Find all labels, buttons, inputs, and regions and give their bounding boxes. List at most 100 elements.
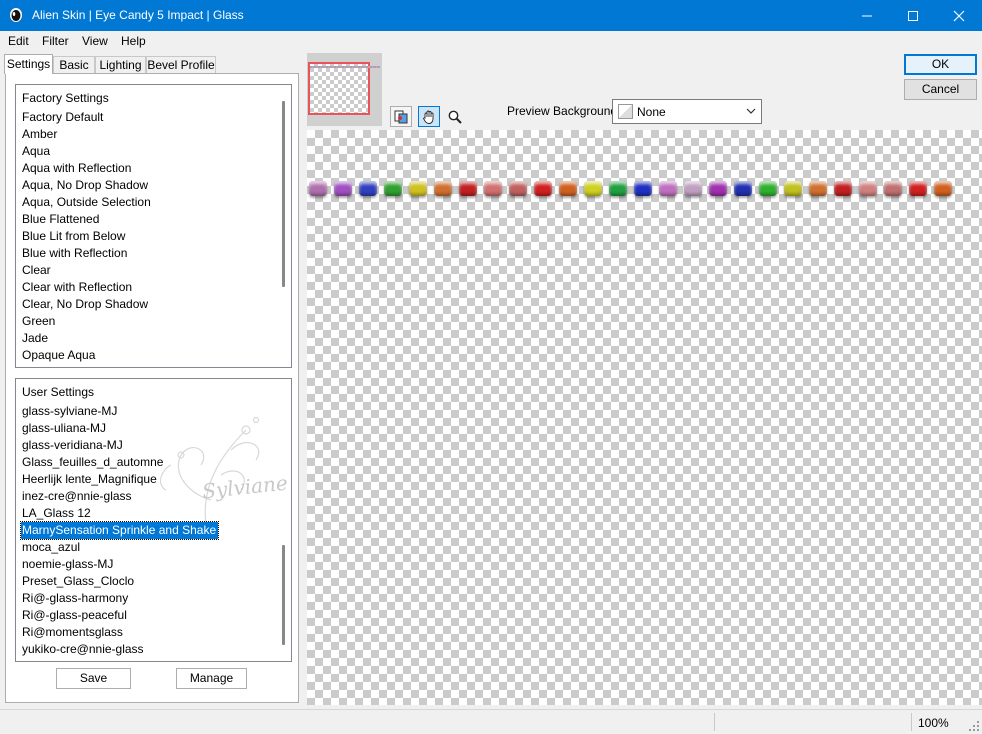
magnifier-icon — [448, 110, 462, 124]
glass-bead — [759, 181, 777, 196]
glass-bead — [709, 181, 727, 196]
close-icon — [953, 10, 965, 22]
user-list-item[interactable]: noemie-glass-MJ — [22, 556, 113, 573]
ok-button[interactable]: OK — [904, 54, 977, 75]
factory-list-item[interactable]: Aqua with Reflection — [22, 160, 131, 177]
tab-basic[interactable]: Basic — [53, 56, 95, 73]
hand-tool-button[interactable] — [418, 106, 440, 127]
hand-icon — [423, 110, 434, 124]
factory-list-item[interactable]: Blue Lit from Below — [22, 228, 125, 245]
factory-list-item[interactable]: Aqua — [22, 143, 50, 160]
glass-bead — [459, 181, 477, 196]
menu-help[interactable]: Help — [121, 34, 146, 48]
minimize-icon — [862, 15, 872, 17]
user-list-item[interactable]: yukiko-cre@nnie-glass — [22, 641, 144, 658]
zoom-tool-button[interactable] — [444, 106, 466, 127]
zoom-level: 100% — [918, 716, 949, 730]
maximize-icon — [908, 11, 918, 21]
factory-list-item[interactable]: Aqua, No Drop Shadow — [22, 177, 148, 194]
preview-background-label: Preview Background: — [507, 104, 621, 118]
glass-bead — [859, 181, 877, 196]
preview-background-value: None — [637, 105, 666, 119]
menu-filter[interactable]: Filter — [42, 34, 69, 48]
glass-bead — [834, 181, 852, 196]
glass-bead — [484, 181, 502, 196]
factory-list-item[interactable]: Green — [22, 313, 55, 330]
status-divider — [714, 713, 715, 731]
menu-view[interactable]: View — [82, 34, 108, 48]
menu-edit[interactable]: Edit — [8, 34, 29, 48]
factory-list-item[interactable]: Aqua, Outside Selection — [22, 194, 151, 211]
glass-bead — [734, 181, 752, 196]
factory-list-item[interactable]: Factory Default — [22, 109, 103, 126]
user-list-item[interactable]: glass-sylviane-MJ — [22, 403, 117, 420]
user-scrollbar[interactable] — [282, 545, 285, 645]
maximize-button[interactable] — [890, 0, 936, 31]
glass-bead — [359, 181, 377, 196]
user-list-item[interactable]: moca_azul — [22, 539, 80, 556]
user-list-item[interactable]: inez-cre@nnie-glass — [22, 488, 132, 505]
factory-scrollbar[interactable] — [282, 101, 285, 287]
user-list-item[interactable]: Heerlijk lente_Magnifique — [22, 471, 157, 488]
user-settings-header: User Settings — [22, 385, 95, 399]
minimize-button[interactable] — [844, 0, 890, 31]
glass-bead — [909, 181, 927, 196]
user-list-item[interactable]: LA_Glass 12 — [22, 505, 91, 522]
glass-bead — [784, 181, 802, 196]
save-button[interactable]: Save — [56, 668, 131, 689]
factory-list-item[interactable]: Clear — [22, 262, 51, 279]
factory-list-item[interactable]: Jade — [22, 330, 48, 347]
preview-canvas[interactable] — [307, 130, 982, 705]
user-list-item[interactable]: Ri@-glass-harmony — [22, 590, 128, 607]
glass-bead — [534, 181, 552, 196]
window-title: Alien Skin | Eye Candy 5 Impact | Glass — [32, 8, 244, 22]
user-list-item[interactable]: MarnySensation Sprinkle and Shake — [19, 521, 220, 540]
tab-bevel-profile[interactable]: Bevel Profile — [146, 56, 216, 73]
user-list-item[interactable]: Preset_Glass_Cloclo — [22, 573, 134, 590]
factory-settings-list[interactable]: Factory Settings Factory Default Amber Aqu… — [15, 84, 292, 368]
compare-icon — [394, 110, 408, 124]
tab-lighting[interactable]: Lighting — [95, 56, 146, 73]
glass-bead — [559, 181, 577, 196]
manage-button[interactable]: Manage — [176, 668, 247, 689]
cancel-button[interactable]: Cancel — [904, 79, 977, 100]
alien-skin-icon — [10, 8, 22, 22]
user-list-item[interactable]: Ri@momentsglass — [22, 624, 123, 641]
resize-grip-icon[interactable] — [968, 720, 980, 732]
navigator-preview-strip — [310, 66, 380, 68]
close-button[interactable] — [936, 0, 982, 31]
user-list-item[interactable]: Glass_feuilles_d_automne — [22, 454, 163, 471]
watermark-ornament — [159, 416, 260, 526]
glass-bead — [634, 181, 652, 196]
glass-bead — [684, 181, 702, 196]
glass-bead — [659, 181, 677, 196]
factory-list-item[interactable]: Blue Flattened — [22, 211, 99, 228]
navigator-view-rect[interactable] — [308, 62, 370, 115]
user-settings-list[interactable]: User Settings Sylviane glass-sylviane-MJ… — [15, 378, 292, 662]
preview-background-select[interactable]: None — [612, 99, 762, 124]
user-list-item[interactable]: glass-veridiana-MJ — [22, 437, 123, 454]
factory-list-item[interactable]: Clear with Reflection — [22, 279, 132, 296]
tab-settings[interactable]: Settings — [4, 54, 53, 74]
status-bar: 100% — [0, 709, 982, 734]
glass-bead — [584, 181, 602, 196]
factory-list-item[interactable]: Blue with Reflection — [22, 245, 127, 262]
glass-bead — [384, 181, 402, 196]
glass-bead — [334, 181, 352, 196]
compare-tool-button[interactable] — [390, 106, 412, 127]
user-list-item[interactable]: glass-uliana-MJ — [22, 420, 106, 437]
glass-bead — [309, 181, 327, 196]
glass-bead — [409, 181, 427, 196]
glass-bead — [609, 181, 627, 196]
background-swatch — [618, 104, 633, 119]
factory-list-item[interactable]: Clear, No Drop Shadow — [22, 296, 148, 313]
title-bar: Alien Skin | Eye Candy 5 Impact | Glass — [0, 0, 982, 31]
menu-bar: Edit Filter View Help — [0, 31, 982, 52]
glass-bead — [884, 181, 902, 196]
user-list-item[interactable]: Ri@-glass-peaceful — [22, 607, 127, 624]
chevron-down-icon — [746, 108, 756, 114]
glass-bead — [434, 181, 452, 196]
factory-list-item[interactable]: Opaque Aqua — [22, 347, 95, 364]
factory-list-item[interactable]: Amber — [22, 126, 57, 143]
glass-bead — [809, 181, 827, 196]
